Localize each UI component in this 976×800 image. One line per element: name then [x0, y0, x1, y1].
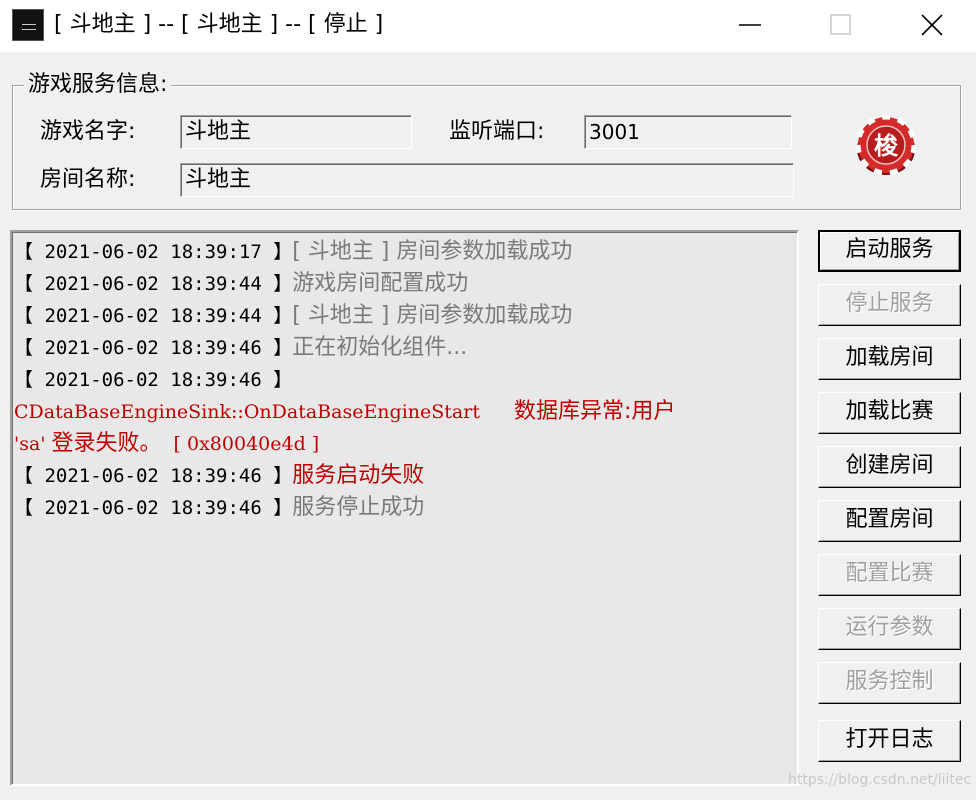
load-match-button[interactable]: 加载比赛: [818, 392, 961, 434]
log-line: 【 2021-06-02 18:39:17 】[ 斗地主 ] 房间参数加载成功: [14, 239, 573, 264]
service-control-button: 服务控制: [818, 662, 961, 704]
log-line: 【 2021-06-02 18:39:46 】服务停止成功: [14, 495, 425, 520]
log-line: 【 2021-06-02 18:39:46 】服务启动失败: [14, 463, 425, 488]
close-icon: [921, 14, 943, 36]
log-line: 【 2021-06-02 18:39:46 】: [14, 369, 293, 391]
window-title: [ 斗地主 ] -- [ 斗地主 ] -- [ 停止 ]: [54, 12, 384, 37]
log-line: 【 2021-06-02 18:39:44 】[ 斗地主 ] 房间参数加载成功: [14, 303, 573, 328]
casino-chip-icon: 梭: [855, 115, 917, 176]
create-room-button[interactable]: 创建房间: [818, 446, 961, 488]
minimize-button[interactable]: [704, 0, 796, 50]
log-error-line: 'sa' 登录失败。[ 0x80040e4d ]: [14, 431, 320, 456]
game-name-field[interactable]: 斗地主: [180, 115, 412, 149]
load-room-button[interactable]: 加载房间: [818, 338, 961, 380]
port-label: 监听端口:: [449, 119, 545, 144]
config-match-button: 配置比赛: [818, 554, 961, 596]
config-room-button[interactable]: 配置房间: [818, 500, 961, 542]
group-title: 游戏服务信息:: [24, 70, 172, 100]
start-service-button[interactable]: 启动服务: [818, 230, 961, 272]
maximize-button: [795, 0, 887, 50]
title-bar: [ 斗地主 ] -- [ 斗地主 ] -- [ 停止 ]: [0, 0, 976, 52]
close-button[interactable]: [886, 0, 976, 50]
game-app-icon[interactable]: [12, 9, 44, 41]
log-line: 【 2021-06-02 18:39:44 】游戏房间配置成功: [14, 271, 469, 296]
port-field[interactable]: 3001: [584, 115, 792, 149]
chip-char: 梭: [874, 132, 899, 160]
open-log-button[interactable]: 打开日志: [818, 720, 961, 762]
room-name-label: 房间名称:: [40, 167, 136, 192]
minimize-icon: [739, 24, 761, 26]
log-error-line: CDataBaseEngineSink::OnDataBaseEngineSta…: [14, 399, 676, 424]
log-line: 【 2021-06-02 18:39:46 】正在初始化组件...: [14, 335, 468, 360]
maximize-icon: [830, 14, 851, 35]
run-params-button: 运行参数: [818, 608, 961, 650]
room-name-field[interactable]: 斗地主: [180, 163, 794, 197]
stop-service-button: 停止服务: [818, 284, 961, 326]
game-name-label: 游戏名字:: [40, 119, 136, 144]
watermark: https://blog.csdn.net/liitec: [788, 772, 972, 788]
